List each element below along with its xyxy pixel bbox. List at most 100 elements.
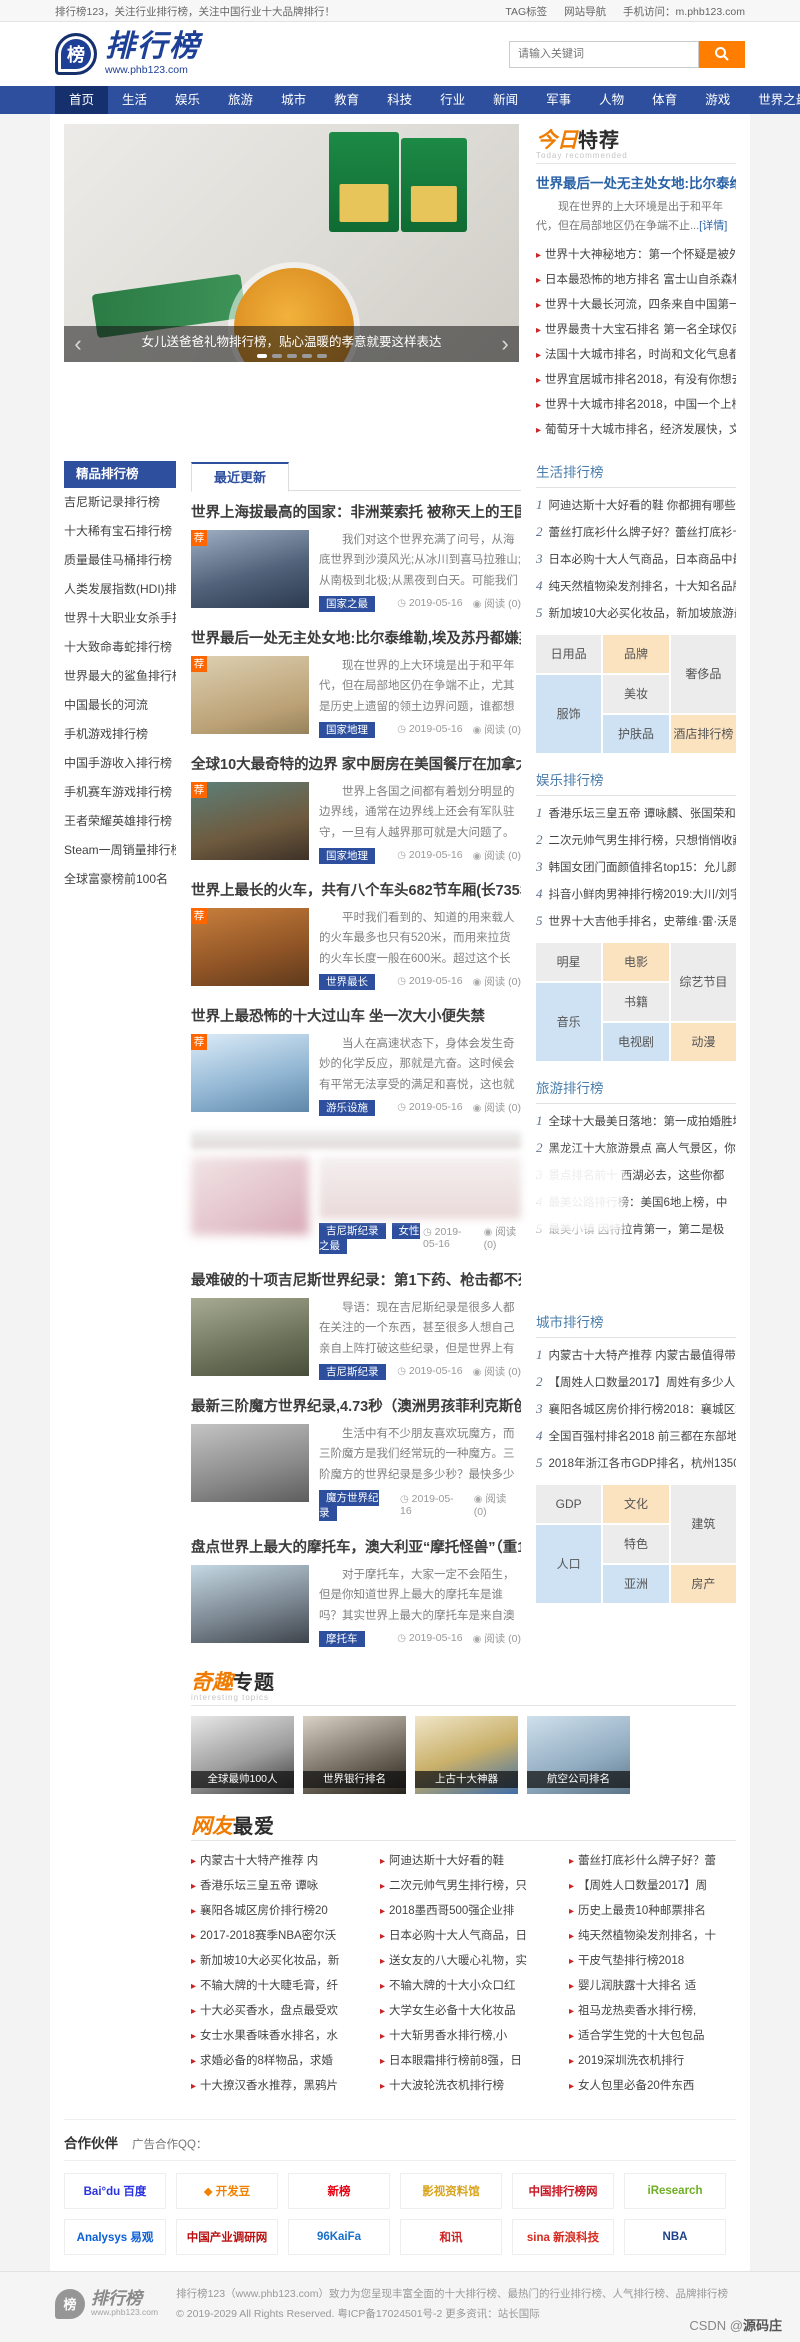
article-tag[interactable]: 世界最长 bbox=[319, 974, 375, 990]
boutique-item[interactable]: 十大稀有宝石排行榜 bbox=[64, 517, 176, 546]
partner-logo[interactable]: NBA bbox=[624, 2219, 726, 2255]
article-title[interactable]: 最新三阶魔方世界纪录,4.73秒（澳洲男孩菲利克斯创造） bbox=[191, 1395, 521, 1416]
ranking-list-item[interactable]: 1内蒙古十大特产推荐 内蒙古最值得带的特产 bbox=[536, 1342, 736, 1369]
favorite-link[interactable]: ▸不输大牌的十大睫毛膏，纤 bbox=[191, 1974, 358, 1999]
boutique-item[interactable]: 王者荣耀英雄排行榜 bbox=[64, 807, 176, 836]
boutique-item[interactable]: 十大致命毒蛇排行榜 bbox=[64, 633, 176, 662]
tag-cell[interactable]: 房产 bbox=[671, 1565, 736, 1603]
favorite-link[interactable]: ▸2018墨西哥500强企业排 bbox=[380, 1899, 547, 1924]
favorite-link[interactable]: ▸2019深圳洗衣机排行 bbox=[569, 2049, 736, 2074]
nav-item[interactable]: 人物 bbox=[585, 86, 638, 114]
favorite-link[interactable]: ▸日本眼霜排行榜前8强，日 bbox=[380, 2049, 547, 2074]
site-logo[interactable]: 榜 排行榜 www.phb123.com bbox=[55, 32, 201, 76]
article-thumbnail[interactable] bbox=[191, 1565, 309, 1643]
article-tag[interactable]: 国家地理 bbox=[319, 848, 375, 864]
ranking-list-item[interactable]: 1阿迪达斯十大好看的鞋 你都拥有哪些呢 bbox=[536, 492, 736, 519]
article-thumbnail[interactable]: 荐 bbox=[191, 530, 309, 608]
boutique-item[interactable]: 手机赛车游戏排行榜 bbox=[64, 778, 176, 807]
partner-logo[interactable]: 和讯 bbox=[400, 2219, 502, 2255]
tag-cell[interactable]: 美妆 bbox=[603, 675, 668, 713]
boutique-item[interactable]: 中国手游收入排行榜 bbox=[64, 749, 176, 778]
ranking-list-item[interactable]: 1全球十大最美日落地：第一成拍婚胜地，中国 bbox=[536, 1108, 736, 1135]
tag-link[interactable]: TAG标签 bbox=[505, 6, 547, 18]
tag-cell[interactable]: 动漫 bbox=[671, 1023, 736, 1061]
nav-item[interactable]: 城市 bbox=[267, 86, 320, 114]
carousel-dot[interactable] bbox=[272, 354, 282, 358]
nav-item[interactable]: 游戏 bbox=[691, 86, 744, 114]
tag-cell[interactable]: 酒店排行榜 bbox=[671, 715, 736, 753]
topic-card[interactable]: 世界银行排名 bbox=[303, 1716, 406, 1794]
tag-cell[interactable]: 服饰 bbox=[536, 675, 601, 753]
partner-logo[interactable]: 影视资料馆 bbox=[400, 2173, 502, 2209]
favorite-link[interactable]: ▸婴儿润肤露十大排名 适 bbox=[569, 1974, 736, 1999]
partner-logo[interactable]: 中国产业调研网 bbox=[176, 2219, 278, 2255]
favorite-link[interactable]: ▸十大波轮洗衣机排行榜 bbox=[380, 2074, 547, 2099]
article-thumbnail[interactable]: 荐 bbox=[191, 1034, 309, 1112]
article-title[interactable]: 最难破的十项吉尼斯世界纪录：第1下药、枪击都不死 bbox=[191, 1269, 521, 1290]
tag-cell[interactable]: 品牌 bbox=[603, 635, 668, 673]
ranking-list-item[interactable]: 2二次元帅气男生排行榜，只想悄悄收藏系列 bbox=[536, 827, 736, 854]
partner-logo[interactable]: sina 新浪科技 bbox=[512, 2219, 614, 2255]
boutique-item[interactable]: 质量最佳马桶排行榜 bbox=[64, 546, 176, 575]
featured-title[interactable]: 世界最后一处无主处女地:比尔泰维 bbox=[536, 172, 736, 192]
tag-cell[interactable]: 电影 bbox=[603, 943, 668, 981]
article-thumbnail[interactable]: 荐 bbox=[191, 908, 309, 986]
featured-detail-link[interactable]: [详情] bbox=[699, 220, 727, 232]
carousel-dot[interactable] bbox=[302, 354, 312, 358]
partner-logo[interactable]: 中国排行榜网 bbox=[512, 2173, 614, 2209]
today-list-item[interactable]: ▸世界十大城市排名2018，中国一个上榜还被 bbox=[536, 393, 736, 418]
article-thumbnail[interactable]: 荐 bbox=[191, 782, 309, 860]
topic-card[interactable]: 上古十大神器 bbox=[415, 1716, 518, 1794]
ranking-list-item[interactable]: 4纯天然植物染发剂排名，十大知名品牌草本染 bbox=[536, 573, 736, 600]
nav-item[interactable]: 生活 bbox=[108, 86, 161, 114]
favorite-link[interactable]: ▸十大斩男香水排行榜,小 bbox=[380, 2024, 547, 2049]
tag-cell[interactable]: 明星 bbox=[536, 943, 601, 981]
boutique-item[interactable]: 吉尼斯记录排行榜 bbox=[64, 488, 176, 517]
ranking-list-item[interactable]: 3襄阳各城区房价排行榜2018：襄城区均价 bbox=[536, 1396, 736, 1423]
favorite-link[interactable]: ▸2017-2018赛季NBA密尔沃 bbox=[191, 1924, 358, 1949]
nav-item[interactable]: 军事 bbox=[532, 86, 585, 114]
search-button[interactable] bbox=[699, 41, 745, 68]
today-list-item[interactable]: ▸日本最恐怖的地方排名 富士山自杀森林 bbox=[536, 268, 736, 293]
tag-cell[interactable]: 亚洲 bbox=[603, 1565, 668, 1603]
nav-item[interactable]: 首页 bbox=[55, 86, 108, 114]
tag-cell[interactable]: 音乐 bbox=[536, 983, 601, 1061]
partner-logo[interactable]: 96KaiFa bbox=[288, 2219, 390, 2255]
carousel-prev-arrow[interactable]: ‹ bbox=[66, 330, 90, 358]
favorite-link[interactable]: ▸内蒙古十大特产推荐 内 bbox=[191, 1849, 358, 1874]
today-list-item[interactable]: ▸法国十大城市排名，时尚和文化气息都非常 bbox=[536, 343, 736, 368]
favorite-link[interactable]: ▸二次元帅气男生排行榜，只 bbox=[380, 1874, 547, 1899]
today-list-item[interactable]: ▸世界宜居城市排名2018，有没有你想去的 bbox=[536, 368, 736, 393]
favorite-link[interactable]: ▸历史上最贵10种邮票排名 bbox=[569, 1899, 736, 1924]
article-title[interactable]: 世界上最恐怖的十大过山车 坐一次大小便失禁 bbox=[191, 1005, 521, 1026]
partner-logo[interactable]: Analysys 易观 bbox=[64, 2219, 166, 2255]
ranking-list-item[interactable]: 4全国百强村排名2018 前三都在东部地区 bbox=[536, 1423, 736, 1450]
favorite-link[interactable]: ▸襄阳各城区房价排行榜20 bbox=[191, 1899, 358, 1924]
favorite-link[interactable]: ▸蕾丝打底衫什么牌子好？蕾 bbox=[569, 1849, 736, 1874]
carousel-dot[interactable] bbox=[317, 354, 327, 358]
article-title[interactable]: 盘点世界上最大的摩托车，澳大利亚“摩托怪兽”（重14吨） bbox=[191, 1536, 521, 1557]
ranking-list-item[interactable]: 5世界十大吉他手排名，史蒂维·雷·沃恩拿格莱 bbox=[536, 908, 736, 935]
article-title[interactable] bbox=[191, 1131, 521, 1149]
article-title[interactable]: 世界上最长的火车，共有八个车头682节车厢(长7353米) bbox=[191, 879, 521, 900]
article-thumbnail[interactable] bbox=[191, 1298, 309, 1376]
favorite-link[interactable]: ▸十大必买香水，盘点最受欢 bbox=[191, 1999, 358, 2024]
tag-cell[interactable]: 人口 bbox=[536, 1525, 601, 1603]
mobile-link[interactable]: 手机访问：m.phb123.com bbox=[623, 6, 745, 18]
nav-item[interactable]: 世界之最 bbox=[744, 86, 800, 114]
article-tag[interactable]: 国家之最 bbox=[319, 596, 375, 612]
tag-cell[interactable]: 电视剧 bbox=[603, 1023, 668, 1061]
article-tag[interactable]: 魔方世界纪录 bbox=[319, 1490, 379, 1521]
tab-recent-updates[interactable]: 最近更新 bbox=[191, 462, 289, 492]
carousel-next-arrow[interactable]: › bbox=[493, 330, 517, 358]
favorite-link[interactable]: ▸女士水果香味香水排名，水 bbox=[191, 2024, 358, 2049]
tag-cell[interactable]: 建筑 bbox=[671, 1485, 736, 1563]
favorite-link[interactable]: ▸香港乐坛三皇五帝 谭咏 bbox=[191, 1874, 358, 1899]
nav-item[interactable]: 体育 bbox=[638, 86, 691, 114]
article-tag[interactable]: 国家地理 bbox=[319, 722, 375, 738]
topic-card[interactable]: 航空公司排名 bbox=[527, 1716, 630, 1794]
nav-item[interactable]: 教育 bbox=[320, 86, 373, 114]
ranking-list-item[interactable]: 2蕾丝打底衫什么牌子好？蕾丝打底衫十大品牌 bbox=[536, 519, 736, 546]
article-title[interactable]: 世界上海拔最高的国家：非洲莱索托 被称天上的王国 bbox=[191, 501, 521, 522]
nav-item[interactable]: 旅游 bbox=[214, 86, 267, 114]
